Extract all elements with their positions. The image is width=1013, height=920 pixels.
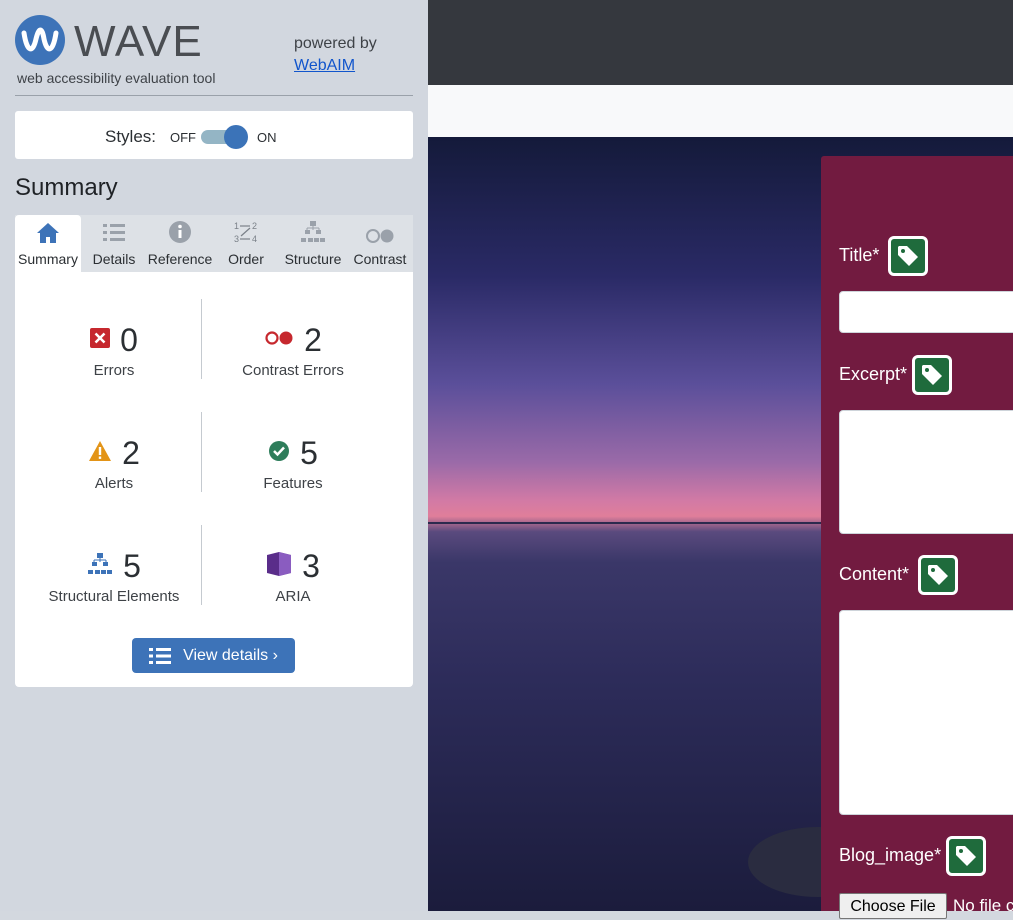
wave-logo-icon [15, 15, 65, 65]
stat-count: 5 [123, 547, 141, 584]
tab-contrast[interactable]: Contrast [347, 215, 413, 272]
stat-count: 3 [302, 547, 320, 584]
tab-order[interactable]: 1 2 3 4 Order [213, 215, 279, 272]
styles-label: Styles: [105, 127, 157, 146]
stat-errors[interactable]: 0 Errors [24, 320, 204, 379]
order-icon: 1 2 3 4 [233, 220, 259, 247]
svg-text:2: 2 [252, 221, 257, 231]
site-navbar [428, 85, 1013, 138]
stat-count: 2 [122, 434, 140, 471]
styles-toggle-box: Styles: OFF ON [15, 111, 413, 159]
summary-panel: 0 Errors 2 Contrast Errors 2 Alerts 5 Fe… [15, 272, 413, 687]
stat-count: 2 [304, 321, 322, 358]
tab-label: Order [228, 251, 264, 267]
wave-brand: WAVE [74, 17, 203, 66]
svg-text:4: 4 [252, 234, 257, 244]
tab-structure[interactable]: Structure [279, 215, 347, 272]
list-icon [149, 647, 172, 665]
content-label: Content* [839, 564, 910, 584]
stat-structural-elements[interactable]: 5 Structural Elements [24, 546, 204, 606]
stat-name: Errors [93, 362, 135, 379]
excerpt-textarea[interactable] [839, 410, 1013, 534]
tag-icon [946, 836, 986, 876]
webaim-link[interactable]: WebAIM [294, 57, 355, 74]
tab-label: Structure [284, 251, 342, 267]
structure-icon [87, 552, 113, 581]
summary-heading: Summary [15, 174, 118, 201]
tab-details[interactable]: Details [81, 215, 147, 272]
powered-by: powered by WebAIM [294, 33, 377, 77]
view-details-button[interactable]: View details › [132, 638, 295, 673]
tag-icon [888, 236, 928, 276]
alert-icon [88, 440, 112, 467]
stat-name: Contrast Errors [242, 362, 344, 379]
stat-name: Features [263, 475, 323, 492]
stat-contrast-errors[interactable]: 2 Contrast Errors [203, 320, 383, 380]
site-topbar [428, 0, 1013, 85]
svg-text:3: 3 [234, 234, 239, 244]
tab-label: Contrast [353, 251, 407, 267]
panel-tabs: Summary Details Reference 1 2 3 4 Order Str… [15, 215, 413, 272]
stat-name: ARIA [275, 588, 311, 605]
home-icon [36, 222, 60, 247]
stat-name: Structural Elements [48, 588, 180, 605]
feature-icon [268, 440, 290, 467]
wave-header: WAVE web accessibility evaluation tool p… [15, 15, 413, 96]
stat-aria[interactable]: 3 ARIA [203, 546, 383, 605]
svg-text:1: 1 [234, 221, 239, 231]
styles-on-label: ON [257, 130, 277, 145]
error-icon [90, 327, 111, 353]
styles-off-label: OFF [170, 130, 196, 145]
structure-icon [300, 220, 326, 247]
contrast-icon [365, 228, 395, 247]
view-details-label: View details › [183, 646, 278, 664]
list-icon [102, 222, 126, 247]
tag-icon [912, 355, 952, 395]
title-label: Title* [839, 245, 880, 265]
tab-label: Reference [147, 251, 213, 267]
powered-by-text: powered by [294, 35, 377, 52]
wave-sidebar: WAVE web accessibility evaluation tool p… [0, 0, 428, 911]
blog-form: Title* Excerpt* Content* Blog_image* Cho… [821, 156, 1013, 919]
tag-icon [918, 555, 958, 595]
content-textarea[interactable] [839, 610, 1013, 815]
wave-tagline: web accessibility evaluation tool [17, 70, 216, 86]
no-file-text: No file chosen [953, 896, 1013, 915]
stat-count: 0 [120, 321, 138, 358]
blog-image-label: Blog_image* [839, 845, 942, 865]
stat-features[interactable]: 5 Features [203, 433, 383, 493]
tab-label: Summary [18, 251, 78, 267]
contrast-error-icon [264, 330, 294, 351]
excerpt-label: Excerpt* [839, 364, 908, 384]
aria-icon [266, 551, 292, 582]
choose-file-button[interactable]: Choose File [839, 893, 947, 919]
stat-count: 5 [300, 434, 318, 471]
stat-alerts[interactable]: 2 Alerts [24, 433, 204, 492]
stat-name: Alerts [94, 475, 134, 492]
tab-label: Details [92, 251, 136, 267]
info-icon [168, 220, 192, 247]
tab-reference[interactable]: Reference [147, 215, 213, 272]
title-input[interactable] [839, 291, 1013, 333]
styles-toggle-knob[interactable] [224, 125, 248, 149]
tab-summary[interactable]: Summary [15, 215, 81, 272]
